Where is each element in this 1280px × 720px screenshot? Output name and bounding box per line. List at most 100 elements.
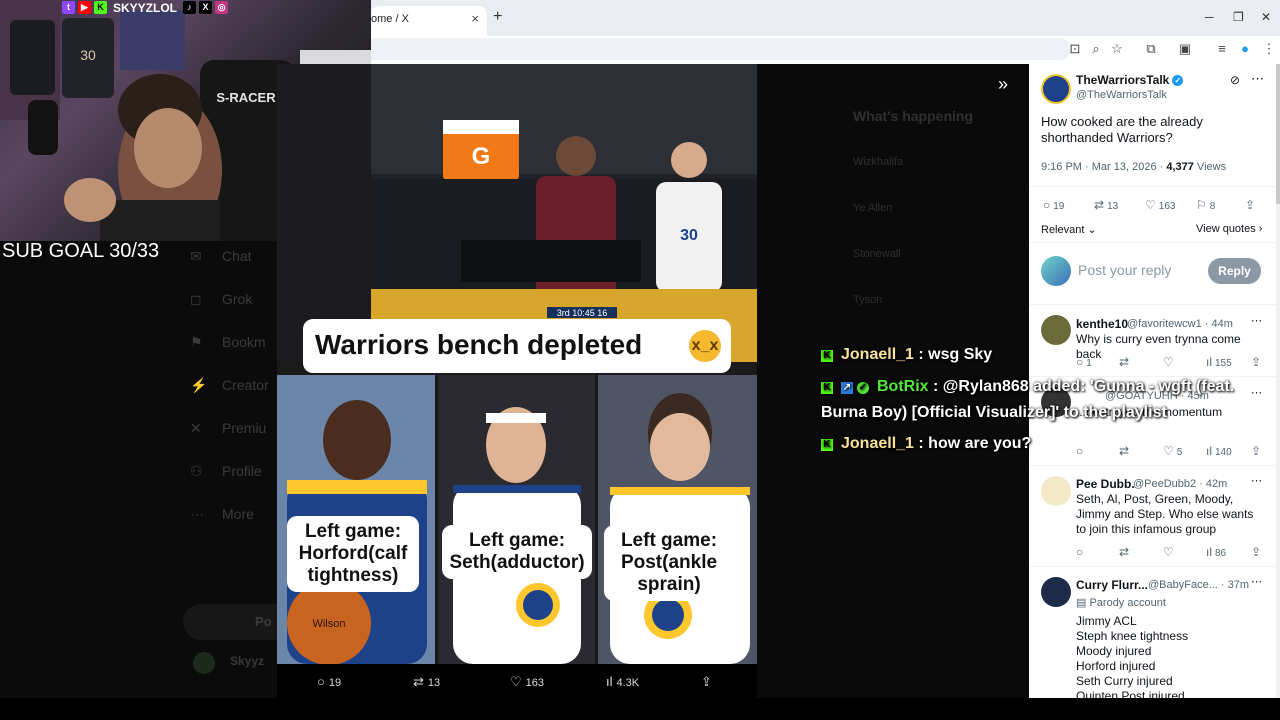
- repost-button[interactable]: ⇄ 13: [1094, 198, 1118, 212]
- reply-like-button[interactable]: ♡: [1163, 545, 1177, 559]
- reply-repost-button[interactable]: ⇄: [1119, 545, 1132, 559]
- bookmark-icon: ⚐: [1196, 198, 1207, 212]
- reply-handle[interactable]: @PeeDubb2 · 42m: [1133, 478, 1227, 490]
- nav-premium-label: Premiu: [222, 420, 267, 436]
- extensions-icon[interactable]: ⧉: [1143, 41, 1159, 57]
- caption-post: Left game: Post(ankle sprain): [604, 525, 734, 601]
- reply-share-button[interactable]: ⇪: [1251, 355, 1264, 369]
- reply-submit-button[interactable]: Reply: [1208, 258, 1261, 284]
- more-options-icon[interactable]: ⋯: [1251, 314, 1262, 327]
- window-close-icon[interactable]: ✕: [1261, 10, 1271, 24]
- profile-icon[interactable]: ●: [1237, 41, 1253, 56]
- nav-creator[interactable]: ⚡ Creator: [190, 377, 269, 394]
- media-share-button[interactable]: ⇪: [701, 674, 716, 690]
- more-options-icon[interactable]: ⋯: [1251, 575, 1262, 588]
- sort-dropdown[interactable]: Relevant ⌄: [1041, 223, 1097, 236]
- nav-grok[interactable]: ◻ Grok: [190, 291, 252, 308]
- chat-text: : how are you?: [918, 435, 1032, 452]
- zoom-icon[interactable]: ⌕: [1088, 41, 1104, 57]
- heart-icon: ♡: [1163, 545, 1174, 559]
- views-icon: ıl: [1206, 545, 1212, 559]
- trend-item[interactable]: Ye Allen: [853, 202, 892, 214]
- author-handle[interactable]: @TheWarriorsTalk: [1076, 89, 1167, 101]
- instagram-icon: ◎: [215, 1, 229, 14]
- verified-icon: ✓: [1172, 75, 1184, 86]
- reply-avatar[interactable]: [1041, 315, 1071, 345]
- nav-profile[interactable]: ⚇ Profile: [190, 463, 262, 480]
- reply-like-button[interactable]: ♡ 5: [1163, 444, 1182, 458]
- more-options-icon[interactable]: ⋯: [1251, 71, 1264, 87]
- expand-icon[interactable]: »: [998, 74, 1008, 95]
- reply-reply-button[interactable]: ○: [1076, 444, 1086, 458]
- reply-avatar[interactable]: [1041, 577, 1071, 607]
- reply-avatar[interactable]: [1041, 476, 1071, 506]
- sub-goal: SUB GOAL 30/33: [2, 240, 160, 262]
- reply-views-button[interactable]: ıl 155: [1206, 355, 1232, 369]
- reply-share-button[interactable]: ⇪: [1251, 444, 1264, 458]
- reply-text: Seth, Al, Post, Green, Moody, Jimmy and …: [1076, 492, 1254, 536]
- media-icon[interactable]: ≡: [1214, 41, 1230, 56]
- more-options-icon[interactable]: ⋯: [1251, 386, 1262, 399]
- post-media[interactable]: G 30 3rd 10:45 16 Warriors bench deplete…: [277, 64, 757, 664]
- grok-icon[interactable]: ⊘: [1230, 73, 1240, 87]
- divider: [1029, 304, 1276, 305]
- reply-reply-button[interactable]: ○ 1: [1076, 355, 1092, 369]
- reply-views-button[interactable]: ıl 86: [1206, 545, 1226, 559]
- post-panel: Left game: Post(ankle sprain): [598, 375, 757, 664]
- reply-author[interactable]: kenthe10: [1076, 317, 1128, 331]
- social-bar: t ▶ K SKYYZLOL ♪ X ◎: [62, 0, 229, 15]
- menu-icon[interactable]: ⋮: [1261, 41, 1277, 57]
- reply-handle[interactable]: @BabyFace... · 37m: [1148, 579, 1249, 591]
- close-icon[interactable]: ×: [471, 11, 479, 26]
- nav-chat[interactable]: ✉ Chat: [190, 248, 252, 265]
- author-name[interactable]: TheWarriorsTalk ✓: [1076, 73, 1184, 87]
- browser-tab[interactable]: ome / X ×: [371, 6, 487, 36]
- media-reply-button[interactable]: ○ 19: [317, 674, 341, 689]
- install-icon[interactable]: ⊡: [1067, 41, 1083, 57]
- media-like-button[interactable]: ♡ 163: [510, 674, 544, 690]
- address-bar[interactable]: [371, 38, 1071, 60]
- scrollbar[interactable]: [1276, 64, 1280, 698]
- repost-count: 13: [1107, 201, 1119, 212]
- author-avatar[interactable]: [1041, 74, 1071, 104]
- repost-icon: ⇄: [413, 674, 424, 689]
- trend-item[interactable]: Wizkhalifa: [853, 156, 903, 168]
- new-tab-icon[interactable]: +: [493, 8, 502, 26]
- kick-badge-icon: K: [821, 350, 833, 362]
- reply-repost-button[interactable]: ⇄: [1119, 355, 1132, 369]
- media-repost-button[interactable]: ⇄ 13: [413, 674, 440, 690]
- reply-share-button[interactable]: ⇪: [1251, 545, 1264, 559]
- more-options-icon[interactable]: ⋯: [1251, 474, 1262, 487]
- chat-icon: ✉: [190, 248, 202, 264]
- bookmark-button[interactable]: ⚐ 8: [1196, 198, 1215, 212]
- star-icon[interactable]: ☆: [1109, 41, 1125, 57]
- media-views-button[interactable]: ıl 4.3K: [606, 674, 639, 689]
- divider: [1029, 566, 1276, 567]
- reply-handle[interactable]: @favoritewcw1 · 44m: [1127, 318, 1233, 330]
- minimize-icon[interactable]: ─: [1205, 10, 1214, 24]
- sidepanel-icon[interactable]: ▣: [1177, 41, 1193, 57]
- reply-repost-button[interactable]: ⇄: [1119, 444, 1132, 458]
- view-quotes-link[interactable]: View quotes ›: [1196, 223, 1262, 235]
- reply-reply-button[interactable]: ○: [1076, 545, 1086, 559]
- like-button[interactable]: ♡ 163: [1145, 198, 1175, 212]
- restore-icon[interactable]: ❐: [1233, 10, 1244, 24]
- reply-views-button[interactable]: ıl 140: [1206, 444, 1232, 458]
- reply-input[interactable]: Post your reply: [1078, 262, 1171, 278]
- share-button[interactable]: ⇪: [1245, 198, 1258, 212]
- reply-button[interactable]: ○ 19: [1043, 198, 1064, 212]
- reply-icon: ○: [1043, 198, 1051, 212]
- trend-item[interactable]: Stonewall: [853, 248, 901, 260]
- reply-like-button[interactable]: ♡: [1163, 355, 1177, 369]
- stream-handle: SKYYZLOL: [113, 0, 178, 15]
- nav-premium[interactable]: ✕ Premiu: [190, 420, 266, 437]
- reply-author[interactable]: Curry Flurr...: [1076, 578, 1148, 592]
- reply-author[interactable]: Pee Dubb.: [1076, 477, 1135, 491]
- nav-more[interactable]: ⋯ More: [190, 506, 254, 523]
- trend-item[interactable]: Tyson: [853, 294, 882, 306]
- chevron-down-icon: ⌄: [1084, 224, 1097, 236]
- scrollbar-thumb[interactable]: [1276, 64, 1280, 204]
- browser-chrome: ome / X × + ─ ❐ ✕ ⊡ ⌕ ☆ ⧉ ▣ ≡ ● ⋮: [371, 0, 1280, 64]
- nav-bookmarks[interactable]: ⚑ Bookm: [190, 334, 266, 351]
- account-avatar[interactable]: [193, 652, 215, 674]
